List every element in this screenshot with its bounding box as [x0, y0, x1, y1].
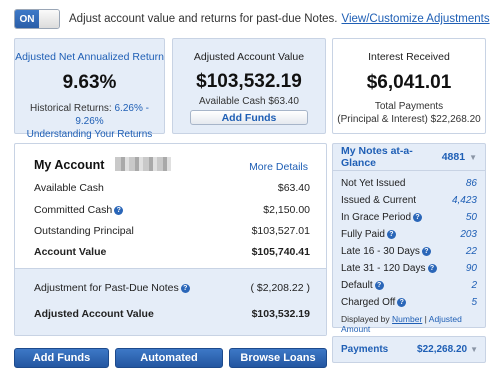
adjustment-value: ( $2,208.22 )	[250, 282, 310, 294]
notes-at-a-glance-panel: My Notes at-a-Glance 4881 ▼ Not Yet Issue…	[332, 143, 486, 334]
adjusted-account-value-row: Adjusted Account Value $103,532.19	[34, 308, 310, 320]
total-payments: Total Payments (Principal & Interest) $2…	[333, 100, 485, 126]
notes-title: My Notes at-a-Glance	[341, 145, 413, 169]
row-label: Available Cash	[34, 182, 104, 194]
note-label: Issued & Current	[341, 195, 417, 206]
notes-header[interactable]: My Notes at-a-Glance 4881 ▼	[333, 144, 485, 170]
note-row-not-yet-issued[interactable]: Not Yet Issued 86	[341, 178, 477, 189]
available-cash-row: Available Cash $63.40	[34, 182, 310, 194]
interest-value: $6,041.01	[366, 72, 452, 93]
adjustment-label: Adjustment for Past-Due Notes	[34, 282, 179, 294]
adjustment-bar: ON Adjust account value and returns for …	[14, 9, 490, 29]
total-payments-value: (Principal & Interest) $22,268.20	[337, 114, 481, 125]
interest-label: Interest Received	[368, 51, 450, 63]
help-icon[interactable]: ?	[180, 283, 190, 293]
toggle-knob	[39, 10, 59, 28]
account-value-label: Adjusted Account Value	[193, 51, 305, 63]
payments-row[interactable]: Payments $22,268.20 ▼	[332, 336, 486, 363]
note-row-late-16-30[interactable]: Late 16 - 30 Days? 22	[341, 246, 477, 257]
more-details-link[interactable]: More Details	[249, 161, 308, 173]
row-label: Account Value	[34, 246, 107, 258]
add-funds-button[interactable]: Add Funds	[14, 348, 109, 368]
add-funds-small-button[interactable]: Add Funds	[190, 110, 308, 125]
note-label: Late 16 - 30 Days	[341, 246, 420, 257]
note-label: In Grace Period	[341, 212, 412, 223]
note-row-default[interactable]: Default? 2	[341, 280, 477, 291]
displayed-by: Displayed by Number | Adjusted Amount	[341, 314, 485, 334]
note-value: 90	[465, 263, 477, 274]
return-value: 9.63%	[62, 72, 117, 93]
row-value: $105,740.41	[251, 246, 310, 258]
account-value-amount: $103,532.19	[196, 71, 302, 92]
my-account-panel: My Account More Details Available Cash $…	[14, 143, 327, 336]
note-label: Fully Paid	[341, 229, 385, 240]
understanding-returns-link[interactable]: Understanding Your Returns	[27, 129, 153, 140]
my-account-title: My Account	[34, 158, 105, 172]
help-icon[interactable]: ?	[413, 212, 423, 222]
adjusted-value: $103,532.19	[251, 308, 310, 320]
notes-count: 4881	[441, 151, 466, 163]
toggle-on-label: ON	[15, 10, 39, 28]
help-icon[interactable]: ?	[374, 280, 384, 290]
note-value: 4,423	[451, 195, 477, 206]
note-value: 2	[471, 280, 477, 291]
committed-cash-row: Committed Cash? $2,150.00	[34, 204, 310, 216]
caret-down-icon[interactable]: ▼	[469, 153, 477, 162]
note-row-late-31-120[interactable]: Late 31 - 120 Days? 90	[341, 263, 477, 274]
note-label: Charged Off	[341, 297, 396, 308]
payments-label: Payments	[341, 344, 389, 355]
browse-loans-button[interactable]: Browse Loans	[229, 348, 327, 368]
notes-list: Not Yet Issued 86 Issued & Current 4,423…	[333, 170, 485, 334]
help-icon[interactable]: ?	[114, 205, 124, 215]
payments-value: $22,268.20	[417, 344, 468, 355]
account-name-redacted	[115, 157, 171, 171]
outstanding-principal-row: Outstanding Principal $103,527.01	[34, 225, 310, 237]
return-label: Adjusted Net Annualized Return	[15, 51, 164, 63]
adjustment-row: Adjustment for Past-Due Notes? ( $2,208.…	[34, 282, 310, 294]
automated-investing-button[interactable]: Automated Investing	[115, 348, 223, 376]
help-icon[interactable]: ?	[421, 246, 431, 256]
adjustment-toggle[interactable]: ON	[14, 9, 60, 29]
display-separator: |	[424, 314, 427, 324]
interest-box: Interest Received $6,041.01 Total Paymen…	[332, 38, 486, 134]
note-label: Default	[341, 280, 373, 291]
displayed-by-label: Displayed by	[341, 314, 390, 324]
adjustment-message: Adjust account value and returns for pas…	[69, 13, 338, 25]
account-value-row: Account Value $105,740.41	[34, 246, 310, 258]
help-icon[interactable]: ?	[386, 229, 396, 239]
note-value: 22	[465, 246, 477, 257]
adjustment-section: Adjustment for Past-Due Notes? ( $2,208.…	[15, 268, 326, 335]
row-value: $2,150.00	[263, 204, 310, 216]
customize-adjustments-link[interactable]: View/Customize Adjustments	[342, 13, 490, 25]
note-value: 86	[465, 178, 477, 189]
total-payments-label: Total Payments	[374, 101, 444, 112]
help-icon[interactable]: ?	[427, 263, 437, 273]
account-value-box: Adjusted Account Value $103,532.19 Avail…	[172, 38, 326, 134]
historical-returns: Historical Returns: 6.26% - 9.26% Unders…	[15, 102, 164, 141]
row-label: Outstanding Principal	[34, 225, 134, 237]
return-box: Adjusted Net Annualized Return 9.63% His…	[14, 38, 165, 140]
note-row-fully-paid[interactable]: Fully Paid? 203	[341, 229, 477, 240]
note-row-issued-current[interactable]: Issued & Current 4,423	[341, 195, 477, 206]
note-row-charged-off[interactable]: Charged Off? 5	[341, 297, 477, 308]
note-value: 5	[471, 297, 477, 308]
display-by-number-link[interactable]: Number	[392, 314, 422, 324]
help-icon[interactable]: ?	[397, 297, 407, 307]
historical-label: Historical Returns:	[30, 103, 112, 114]
note-value: 203	[460, 229, 477, 240]
caret-down-icon[interactable]: ▼	[470, 345, 478, 354]
row-value: $103,527.01	[251, 225, 310, 237]
note-label: Not Yet Issued	[341, 178, 406, 189]
note-label: Late 31 - 120 Days	[341, 263, 426, 274]
note-row-grace-period[interactable]: In Grace Period? 50	[341, 212, 477, 223]
note-value: 50	[465, 212, 477, 223]
row-label: Committed Cash	[34, 204, 113, 216]
available-cash-line: Available Cash $63.40	[199, 96, 299, 107]
row-value: $63.40	[277, 182, 310, 194]
adjusted-label: Adjusted Account Value	[34, 308, 154, 320]
